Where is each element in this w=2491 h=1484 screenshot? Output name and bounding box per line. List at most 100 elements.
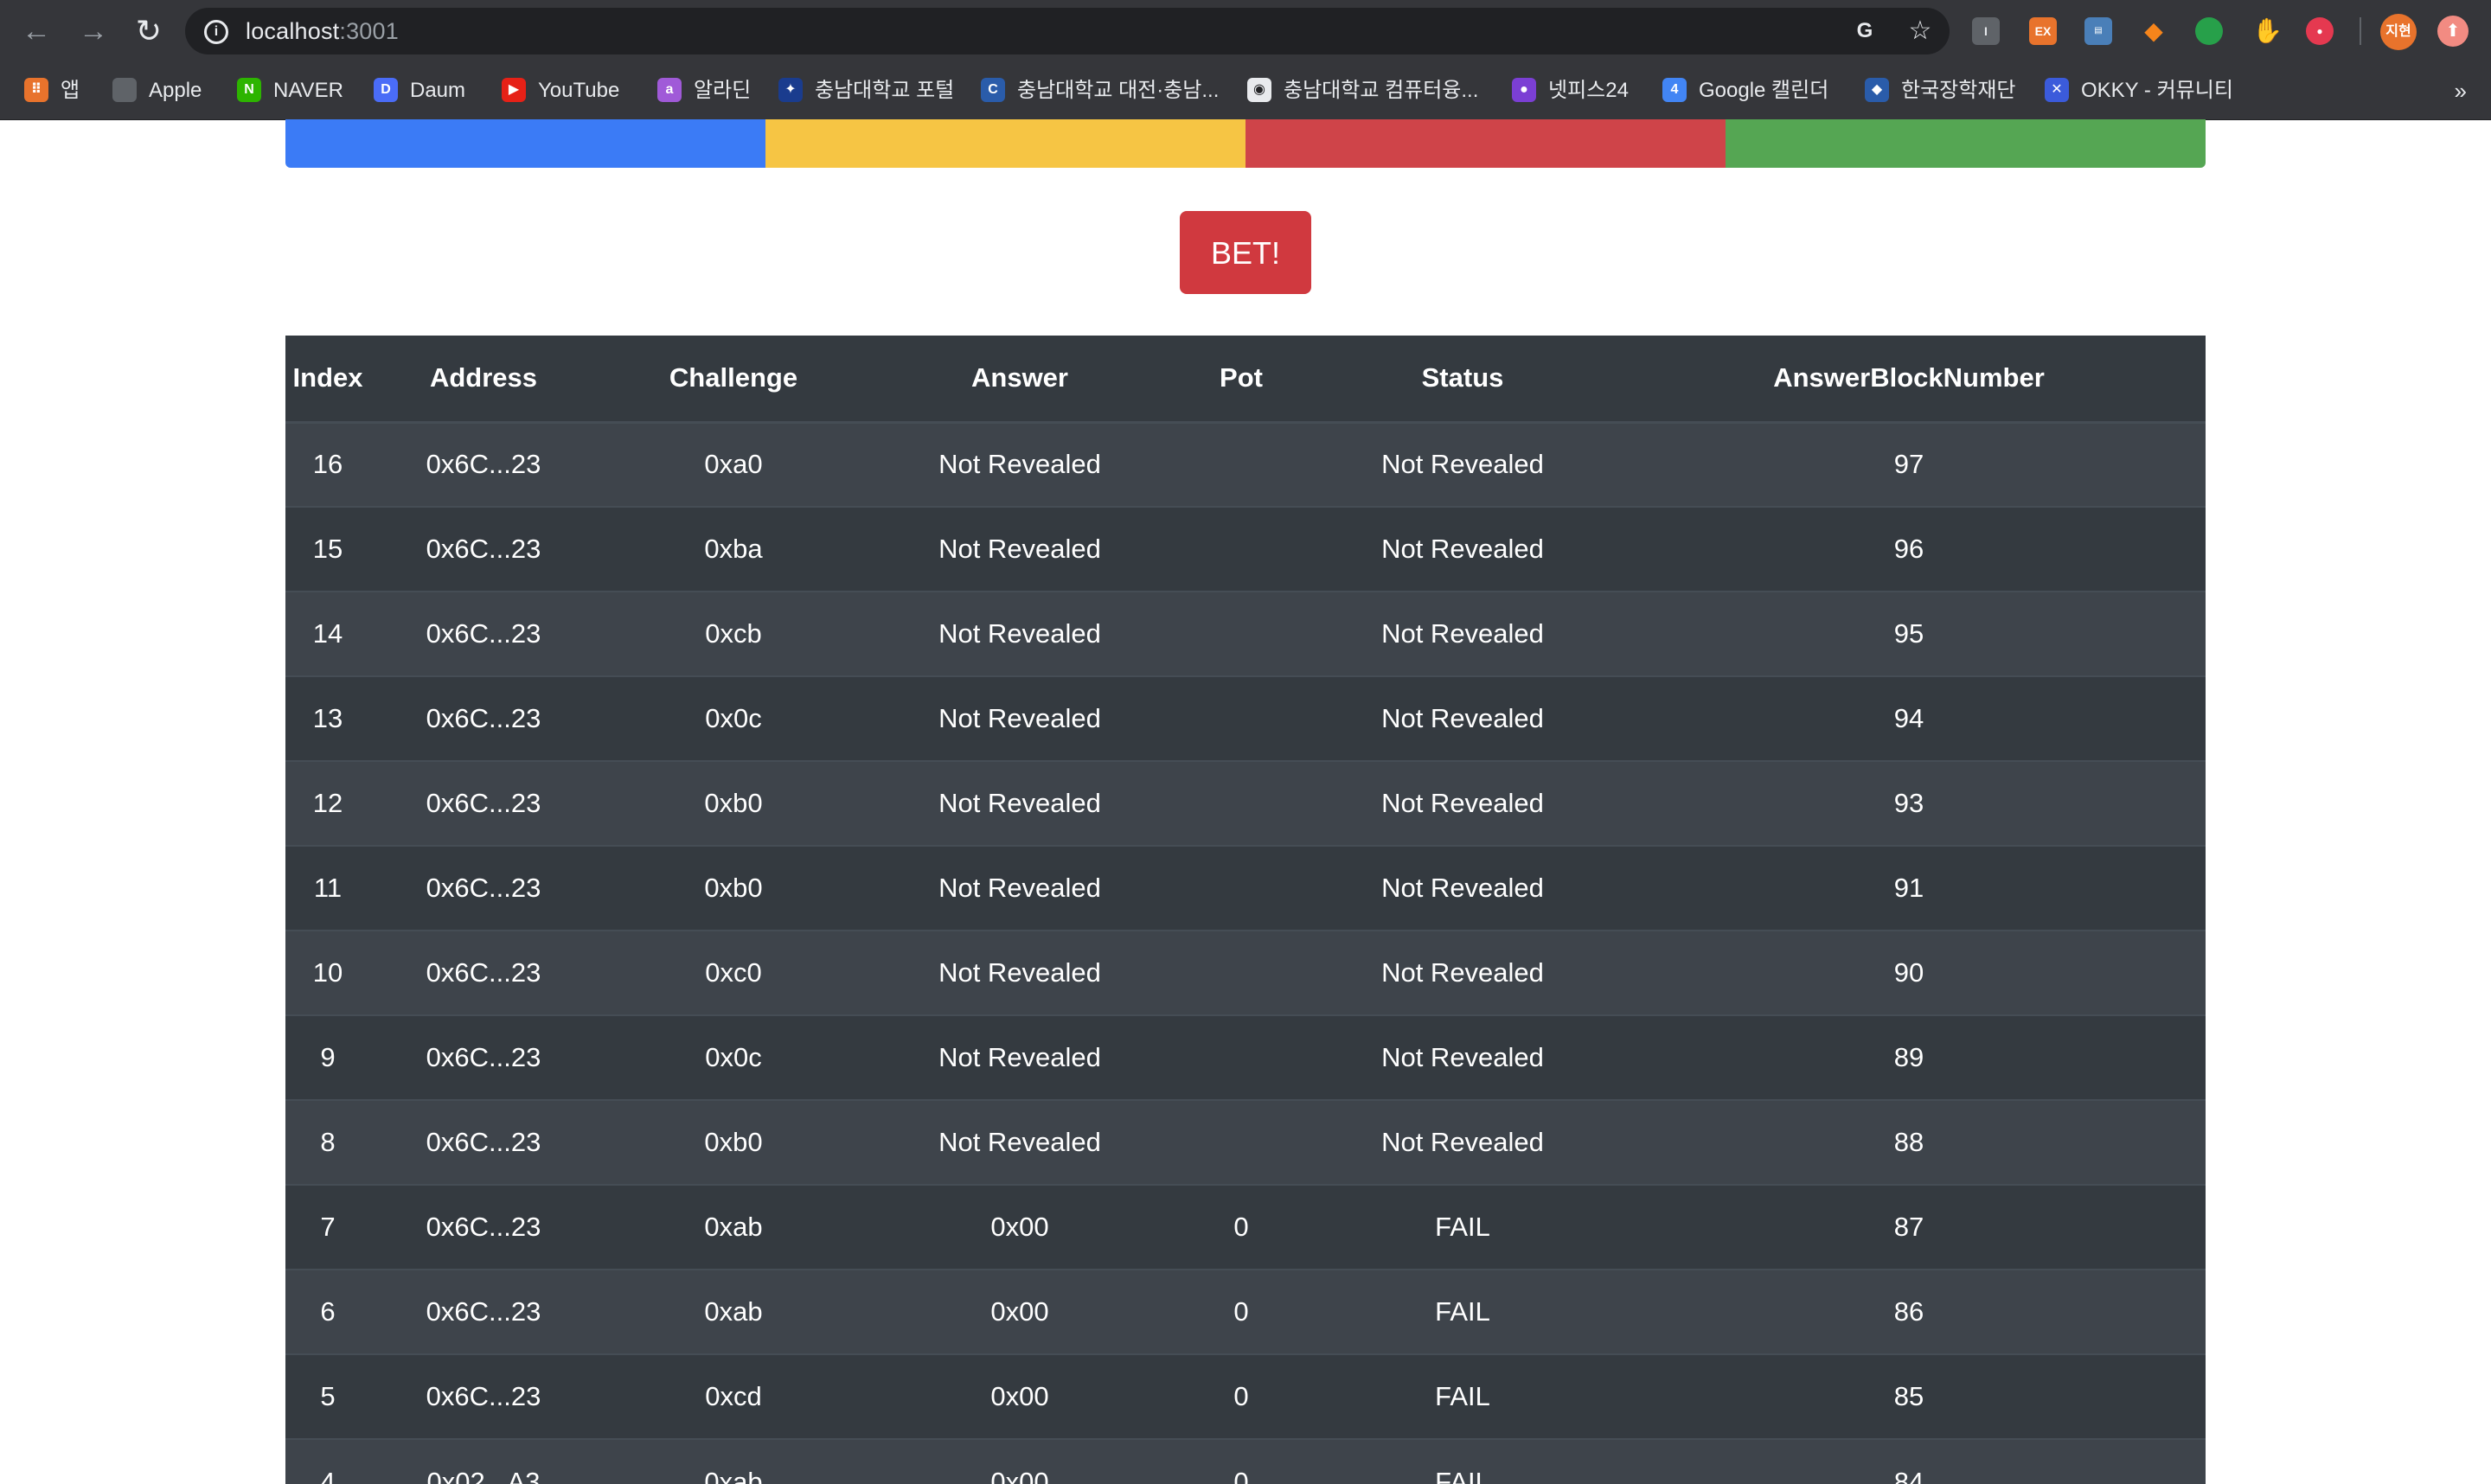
bookmark-label: 충남대학교 컴퓨터융... (1284, 79, 1479, 102)
extension-record-icon[interactable]: ● (2306, 17, 2334, 45)
metamask-fox-icon[interactable]: ◆ (2140, 17, 2168, 45)
youtube-icon: ▶ (502, 77, 526, 102)
color-segment-blue[interactable] (285, 119, 765, 168)
table-cell: 0x6C...23 (370, 675, 597, 761)
bookmark-item[interactable]: ● 넷피스24 (1512, 62, 1629, 119)
bookmark-label: 충남대학교 대전·충남... (1017, 79, 1220, 102)
bookmark-label: NAVER (273, 79, 343, 102)
table-cell (1169, 1099, 1313, 1185)
table-row: 16 0x6C...23 0xa0 Not Revealed Not Revealed 9… (285, 421, 2206, 507)
bookmark-label: Google 캘린더 (1699, 79, 1829, 102)
extension-ex-icon[interactable]: EX (2029, 17, 2057, 45)
extension-netflix-icon[interactable]: ▤ (2084, 17, 2112, 45)
column-header: Status (1313, 336, 1612, 424)
table-cell: 0x6C...23 (370, 760, 597, 846)
color-segment-yellow[interactable] (765, 119, 1246, 168)
table-cell: 9 (285, 1014, 370, 1100)
table-cell: 8 (285, 1099, 370, 1185)
color-segment-green[interactable] (1726, 119, 2206, 168)
extension-i-icon[interactable]: I (1972, 17, 2000, 45)
table-cell: 97 (1612, 421, 2206, 507)
table-cell: 0x6C...23 (370, 1184, 597, 1270)
calendar-icon: 4 (1662, 77, 1687, 102)
table-cell: 0x6C...23 (370, 1014, 597, 1100)
bookmark-label: 앱 (61, 79, 80, 102)
table-cell: 15 (285, 506, 370, 592)
daum-icon: D (374, 77, 398, 102)
cnu-portal-icon: ✦ (778, 77, 803, 102)
table-cell: Not Revealed (1313, 591, 1612, 676)
translate-icon[interactable]: G (1851, 17, 1879, 45)
column-header: Index (285, 336, 370, 424)
bookmark-label: Apple (149, 79, 202, 102)
table-cell (1169, 760, 1313, 846)
bookmarks-overflow-button[interactable]: » (2455, 62, 2467, 119)
table-cell: 0x02...A3 (370, 1438, 597, 1484)
table-cell: 0x00 (870, 1269, 1169, 1354)
bookmark-item[interactable]: ▶ YouTube (502, 62, 619, 119)
table-cell: 5 (285, 1353, 370, 1439)
bet-history-table-container[interactable]: Index Address Challenge Answer Pot Status Answ… (285, 336, 2206, 1484)
profile-avatar[interactable]: 지현 (2380, 14, 2417, 50)
bookmark-item[interactable]: D Daum (374, 62, 465, 119)
table-cell: 11 (285, 845, 370, 931)
update-icon[interactable]: ⬆ (2437, 16, 2469, 47)
bookmark-item[interactable]: N NAVER (237, 62, 343, 119)
table-row: 8 0x6C...23 0xb0 Not Revealed Not Revealed 88 (285, 1099, 2206, 1185)
bookmark-label: YouTube (538, 79, 620, 102)
extension-hand-icon[interactable]: ✋ (2252, 17, 2283, 45)
url-port: :3001 (339, 18, 399, 44)
table-cell (1169, 591, 1313, 676)
extension-leaf-icon[interactable] (2195, 17, 2223, 45)
table-cell: FAIL (1313, 1184, 1612, 1270)
table-cell: 94 (1612, 675, 2206, 761)
bookmark-star-icon[interactable]: ☆ (1906, 17, 1934, 45)
bet-button[interactable]: BET! (1180, 211, 1311, 294)
table-cell: 0xab (597, 1438, 870, 1484)
color-selector-bar (285, 119, 2206, 168)
bookmark-item[interactable]: 4 Google 캘린더 (1662, 62, 1828, 119)
table-cell: 0x6C...23 (370, 506, 597, 592)
address-bar[interactable]: i localhost:3001 G ☆ (185, 8, 1950, 54)
table-cell: 0xab (597, 1269, 870, 1354)
url-text[interactable]: localhost:3001 (246, 8, 399, 54)
table-cell: 85 (1612, 1353, 2206, 1439)
table-row: 5 0x6C...23 0xcd 0x00 0 FAIL 85 (285, 1353, 2206, 1439)
bookmark-label: 한국장학재단 (1901, 79, 2016, 102)
table-cell: Not Revealed (1313, 421, 1612, 507)
bookmark-item[interactable]: ◆ 한국장학재단 (1865, 62, 2015, 119)
forward-arrow-icon[interactable]: → (74, 12, 112, 50)
bookmark-item[interactable]: ◉ 충남대학교 컴퓨터융... (1247, 62, 1478, 119)
bookmark-label: 알라딘 (694, 79, 752, 102)
bookmark-item[interactable]: ✦ 충남대학교 포털 (778, 62, 954, 119)
bookmark-item[interactable]: ✕ OKKY - 커뮤니티 (2045, 62, 2233, 119)
bookmark-item[interactable]: a 알라딘 (657, 62, 751, 119)
table-cell (1169, 930, 1313, 1015)
table-row: 6 0x6C...23 0xab 0x00 0 FAIL 86 (285, 1269, 2206, 1354)
table-cell: 91 (1612, 845, 2206, 931)
table-cell: 7 (285, 1184, 370, 1270)
column-header: AnswerBlockNumber (1612, 336, 2206, 424)
table-cell: 0x0c (597, 675, 870, 761)
back-arrow-icon[interactable]: ← (17, 12, 55, 50)
table-cell: 0 (1169, 1184, 1313, 1270)
bookmark-item[interactable]: Apple (112, 62, 202, 119)
bookmark-item[interactable]: ⠿ 앱 (24, 62, 80, 119)
table-cell: 13 (285, 675, 370, 761)
reload-icon[interactable]: ↻ (130, 12, 168, 50)
table-cell: 95 (1612, 591, 2206, 676)
table-cell: 0x00 (870, 1184, 1169, 1270)
table-cell: 0x6C...23 (370, 845, 597, 931)
table-cell: 0x6C...23 (370, 1269, 597, 1354)
table-row: 7 0x6C...23 0xab 0x00 0 FAIL 87 (285, 1184, 2206, 1270)
color-segment-red[interactable] (1246, 119, 1726, 168)
table-cell: Not Revealed (870, 1014, 1169, 1100)
site-info-icon[interactable]: i (204, 20, 228, 44)
table-cell: Not Revealed (1313, 675, 1612, 761)
table-row: 10 0x6C...23 0xc0 Not Revealed Not Revealed 9… (285, 930, 2206, 1015)
bookmark-item[interactable]: C 충남대학교 대전·충남... (981, 62, 1219, 119)
table-cell (1169, 675, 1313, 761)
bookmark-label: Daum (410, 79, 466, 102)
table-cell: Not Revealed (870, 591, 1169, 676)
table-cell: 89 (1612, 1014, 2206, 1100)
